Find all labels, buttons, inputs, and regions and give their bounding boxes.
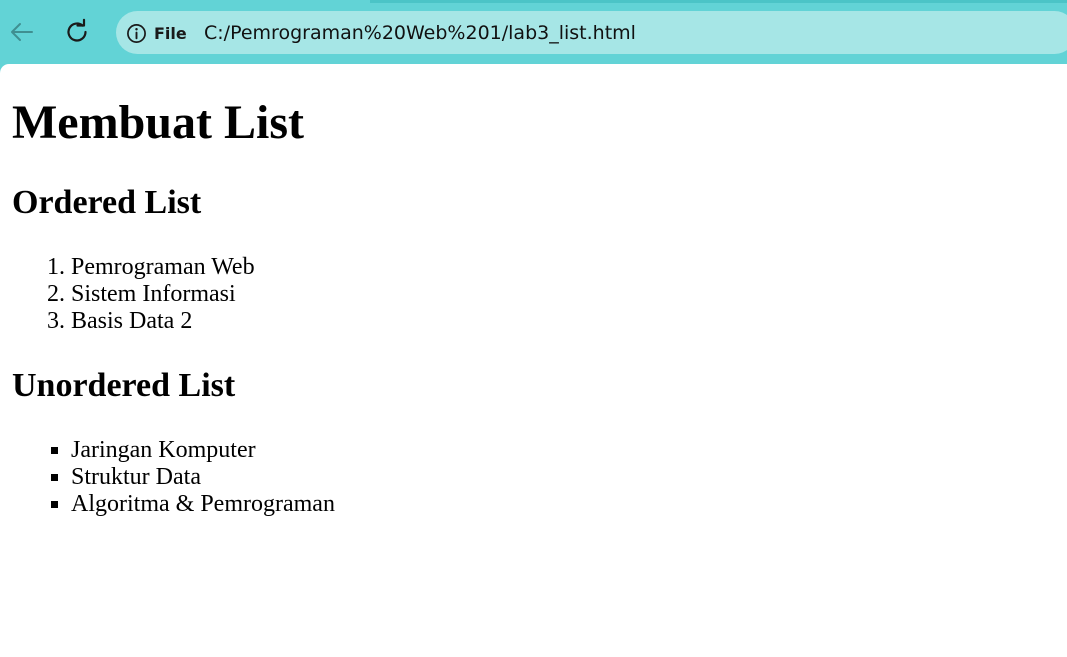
reload-button[interactable] xyxy=(59,14,95,50)
tab-strip-edge xyxy=(370,0,1067,3)
unordered-list: Jaringan Komputer Struktur Data Algoritm… xyxy=(71,437,335,518)
ordered-list: Pemrograman Web Sistem Informasi Basis D… xyxy=(71,254,255,335)
site-info-button[interactable]: File xyxy=(126,22,187,44)
page-title: Membuat List xyxy=(12,96,304,149)
back-button[interactable] xyxy=(4,14,40,50)
list-item: Struktur Data xyxy=(71,464,335,491)
page-viewport: Membuat List Ordered List Pemrograman We… xyxy=(0,64,1067,657)
address-bar[interactable]: File C:/Pemrograman%20Web%201/lab3_list.… xyxy=(116,11,1067,54)
list-item: Jaringan Komputer xyxy=(71,437,335,464)
ordered-list-heading: Ordered List xyxy=(12,184,202,221)
list-item: Basis Data 2 xyxy=(71,308,255,335)
scheme-label: File xyxy=(154,23,187,43)
list-item: Algoritma & Pemrograman xyxy=(71,491,335,518)
browser-toolbar: File C:/Pemrograman%20Web%201/lab3_list.… xyxy=(0,0,1067,64)
unordered-list-heading: Unordered List xyxy=(12,367,236,404)
list-item: Pemrograman Web xyxy=(71,254,255,281)
arrow-left-icon xyxy=(11,23,33,41)
list-item: Sistem Informasi xyxy=(71,281,255,308)
info-circle-icon xyxy=(127,23,146,43)
reload-icon xyxy=(67,18,87,42)
url-text[interactable]: C:/Pemrograman%20Web%201/lab3_list.html xyxy=(204,22,636,44)
